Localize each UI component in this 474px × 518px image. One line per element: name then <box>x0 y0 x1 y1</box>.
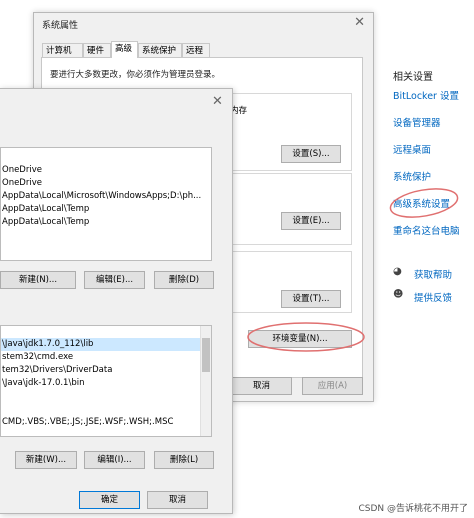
watermark: CSDN @告诉桃花不用开了 <box>358 504 468 514</box>
annotation-overlay <box>247 188 459 352</box>
annotation-circle-env <box>247 322 365 352</box>
tab-advanced[interactable]: 高级 <box>111 41 138 58</box>
annotation-circle-advanced <box>389 188 459 218</box>
